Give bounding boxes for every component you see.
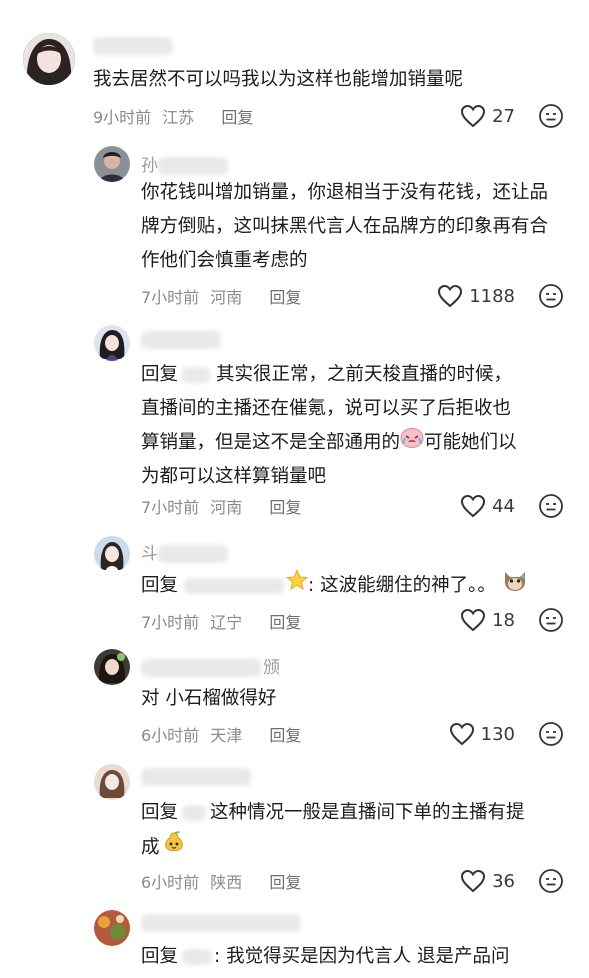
redacted-username	[158, 545, 228, 563]
username[interactable]	[93, 36, 173, 56]
heart-icon	[461, 869, 486, 893]
cat-sweat-emoji-icon	[502, 568, 528, 604]
reaction-button[interactable]	[538, 607, 564, 633]
avatar[interactable]	[94, 649, 130, 685]
emoji-reaction-icon	[539, 869, 563, 893]
username[interactable]	[141, 330, 221, 350]
heart-icon	[449, 722, 474, 746]
redacted-username	[141, 331, 221, 349]
location: 陕西	[210, 873, 243, 892]
emoji-reaction-icon	[539, 284, 563, 308]
redacted-mention	[182, 367, 211, 383]
comment-meta: 7小时前 河南 回复	[141, 494, 301, 518]
like-count: 36	[492, 870, 515, 892]
timestamp: 7小时前	[141, 613, 200, 632]
heart-icon	[461, 608, 486, 632]
redacted-mention	[184, 578, 285, 594]
username[interactable]: 孙	[141, 151, 228, 176]
avatar[interactable]	[94, 764, 130, 800]
like-count: 18	[492, 609, 515, 631]
redacted-mention	[182, 805, 207, 821]
reply-button[interactable]: 回复	[269, 873, 301, 892]
redacted-username	[93, 37, 173, 55]
heart-icon	[461, 494, 486, 518]
comment-thread: { "comments": [ { "username": "", "text"…	[0, 0, 589, 978]
location: 河南	[210, 288, 243, 307]
redacted-username	[141, 659, 261, 677]
avatar[interactable]	[94, 325, 130, 361]
timestamp: 7小时前	[141, 288, 200, 307]
like-count: 44	[492, 495, 515, 517]
reaction-button[interactable]	[538, 493, 564, 519]
emoji-reaction-icon	[539, 494, 563, 518]
redacted-username	[158, 157, 228, 175]
heart-icon	[461, 104, 486, 128]
timestamp: 6小时前	[141, 726, 200, 745]
timestamp: 9小时前	[93, 108, 152, 127]
reaction-button[interactable]	[538, 103, 564, 129]
comment-text: 回复: 我觉得买是因为代言人 退是产品问	[141, 946, 510, 967]
comment-text: 对 小石榴做得好	[141, 688, 277, 709]
avatar[interactable]	[23, 33, 75, 85]
crying-emoji-icon	[400, 426, 424, 460]
heart-icon	[438, 284, 463, 308]
username[interactable]	[141, 767, 251, 787]
comment-text: 回复: 这波能绷住的神了。。	[141, 568, 561, 604]
comment-meta: 7小时前 河南 回复	[141, 284, 301, 308]
location: 河南	[210, 498, 243, 517]
redacted-mention	[182, 949, 213, 965]
username[interactable]	[141, 913, 301, 933]
location: 天津	[210, 726, 243, 745]
like-count: 1188	[469, 285, 515, 307]
timestamp: 7小时前	[141, 498, 200, 517]
username[interactable]: 颁	[141, 653, 280, 678]
location: 辽宁	[210, 613, 243, 632]
like-count: 130	[480, 723, 515, 745]
username[interactable]: 斗	[141, 539, 228, 564]
like-button[interactable]: 1188	[437, 283, 515, 309]
comment-text: 你花钱叫增加销量，你退相当于没有花钱，还让品牌方倒贴，这叫抹黑代言人在品牌方的印…	[141, 182, 549, 271]
pear-emoji-icon	[162, 830, 186, 866]
redacted-username	[141, 768, 251, 786]
reply-button[interactable]: 回复	[269, 288, 301, 307]
comment-meta: 6小时前 陕西 回复	[141, 869, 301, 893]
emoji-reaction-icon	[539, 608, 563, 632]
avatar[interactable]	[94, 910, 130, 946]
avatar[interactable]	[94, 146, 130, 182]
comment-text: 回复 这种情况一般是直播间下单的主播有提 成	[141, 796, 571, 866]
like-button[interactable]: 44	[460, 493, 515, 519]
like-button[interactable]: 36	[460, 868, 515, 894]
reply-button[interactable]: 回复	[269, 726, 301, 745]
emoji-reaction-icon	[539, 104, 563, 128]
comment-meta: 7小时前 辽宁 回复	[141, 609, 301, 633]
reply-button[interactable]: 回复	[221, 108, 253, 127]
timestamp: 6小时前	[141, 873, 200, 892]
emoji-reaction-icon	[539, 722, 563, 746]
like-button[interactable]: 27	[460, 103, 515, 129]
avatar[interactable]	[94, 536, 130, 572]
comment-text: 回复 其实很正常，之前天梭直播的时候， 直播间的主播还在催氪，说可以买了后拒收也 …	[141, 364, 517, 487]
reaction-button[interactable]	[538, 283, 564, 309]
comment-meta: 9小时前 江苏 回复	[93, 104, 253, 128]
reply-button[interactable]: 回复	[269, 498, 301, 517]
like-button[interactable]: 18	[460, 607, 515, 633]
location: 江苏	[162, 108, 195, 127]
like-count: 27	[492, 105, 515, 127]
comment-meta: 6小时前 天津 回复	[141, 722, 301, 746]
reaction-button[interactable]	[538, 868, 564, 894]
like-button[interactable]: 130	[449, 721, 515, 747]
redacted-username	[141, 914, 301, 932]
reaction-button[interactable]	[538, 721, 564, 747]
star-icon	[285, 569, 309, 603]
comment-text: 我去居然不可以吗我以为这样也能增加销量呢	[93, 69, 464, 90]
reply-button[interactable]: 回复	[269, 613, 301, 632]
